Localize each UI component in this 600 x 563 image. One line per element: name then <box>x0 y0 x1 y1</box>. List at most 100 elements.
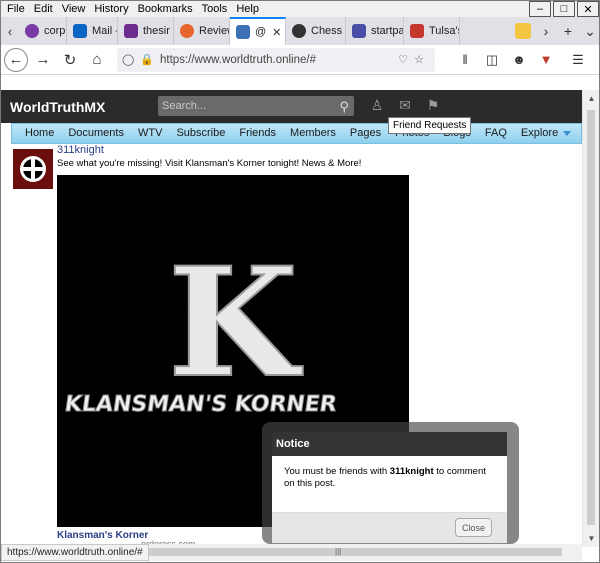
tooltip: Friend Requests <box>388 117 472 134</box>
menu-file[interactable]: File <box>7 3 25 15</box>
tab-label: startpa <box>371 25 404 37</box>
list-tabs-icon[interactable]: ⌄ <box>579 23 599 40</box>
tab-6[interactable]: startpa <box>346 17 404 45</box>
star-icon <box>180 24 194 38</box>
search-icon[interactable]: ⚲ <box>339 99 349 115</box>
bookmark-star-icon[interactable]: ☆ <box>414 53 424 66</box>
forward-icon[interactable]: → <box>31 48 55 72</box>
peace-icon <box>25 24 39 38</box>
minimize-icon[interactable]: – <box>529 1 551 17</box>
post-username[interactable]: 311knight <box>57 144 104 156</box>
site-nav: Home Documents WTV Subscribe Friends Mem… <box>11 123 582 144</box>
vertical-scroll-thumb[interactable] <box>587 110 595 525</box>
post-link-title[interactable]: Klansman's Korner <box>57 530 148 541</box>
tab-bar: ‹ corpu Mail - thesir Review @ ✕ Chess <box>1 17 599 45</box>
menu-edit[interactable]: Edit <box>34 3 53 15</box>
site-header: WorldTruthMX Search... ⚲ ♙ ✉ ⚑ <box>1 90 582 123</box>
notice-footer: Close <box>272 512 507 543</box>
site-search-input[interactable]: Search... ⚲ <box>158 96 354 116</box>
tab-2[interactable]: thesir <box>118 17 174 45</box>
nav-members[interactable]: Members <box>283 123 343 144</box>
home-icon[interactable]: ⌂ <box>85 48 109 72</box>
library-icon[interactable]: ‖ <box>453 48 477 72</box>
cross-emblem-icon <box>20 156 46 182</box>
scroll-down-icon[interactable]: ▼ <box>583 530 599 547</box>
mail-icon <box>124 24 138 38</box>
nav-explore-label: Explore <box>520 127 559 139</box>
nav-subscribe[interactable]: Subscribe <box>169 123 232 144</box>
tab-3[interactable]: Review <box>174 17 230 45</box>
tab-label: Tulsa's <box>429 25 460 37</box>
nav-faq[interactable]: FAQ <box>478 123 514 144</box>
emoji-tab-icon[interactable] <box>515 23 531 39</box>
tab-7[interactable]: Tulsa's <box>404 17 460 45</box>
navigation-bar: ← → ↻ ⌂ ◯ 🔒 https://www.worldtruth.onlin… <box>1 45 599 75</box>
account-icon[interactable]: ☻ <box>507 48 531 72</box>
window-controls: – □ ✕ <box>527 1 599 17</box>
tab-label: @ <box>255 26 267 38</box>
back-icon[interactable]: ← <box>4 47 28 72</box>
tab-scroll-right-icon[interactable]: › <box>535 23 557 39</box>
notice-message-pre: You must be friends with <box>284 466 390 477</box>
vertical-scrollbar[interactable]: ▲ ▼ <box>582 90 599 547</box>
lock-icon[interactable]: 🔒 <box>140 53 154 66</box>
knight-icon <box>292 24 306 38</box>
nav-home[interactable]: Home <box>12 123 61 144</box>
nav-wtv[interactable]: WTV <box>131 123 169 144</box>
site-icon <box>236 25 250 39</box>
site-logo-text[interactable]: WorldTruthMX <box>10 99 105 115</box>
status-bar-url: https://www.worldtruth.online/# <box>1 544 149 561</box>
new-tab-icon[interactable]: + <box>557 23 579 39</box>
scroll-grip-icon: ||| <box>335 547 342 556</box>
tab-1[interactable]: Mail - <box>67 17 118 45</box>
tab-label: Chess <box>311 25 343 37</box>
notice-dialog: Notice You must be friends with 311knigh… <box>272 432 507 543</box>
startpage-icon <box>352 24 366 38</box>
tab-label: Mail - <box>92 25 118 37</box>
tab-5[interactable]: Chess <box>286 17 346 45</box>
url-text[interactable]: https://www.worldtruth.online/# <box>160 54 398 66</box>
menu-history[interactable]: History <box>94 3 128 15</box>
notice-username: 311knight <box>389 466 434 477</box>
post-text: See what you're missing! Visit Klansman'… <box>57 158 362 169</box>
menu-view[interactable]: View <box>62 3 86 15</box>
friend-requests-icon[interactable]: ♙ <box>368 97 386 115</box>
notice-message: You must be friends with 311knight to co… <box>272 456 507 490</box>
nav-documents[interactable]: Documents <box>61 123 131 144</box>
ublock-icon[interactable]: ▼ <box>534 48 558 72</box>
tab-label: corpu <box>44 25 66 37</box>
close-window-icon[interactable]: ✕ <box>577 1 599 17</box>
reload-icon[interactable]: ↻ <box>58 48 82 72</box>
pocket-icon[interactable]: ♡ <box>398 53 408 66</box>
menu-tools[interactable]: Tools <box>202 3 228 15</box>
shield-icon[interactable]: ◯ <box>122 53 134 66</box>
close-button[interactable]: Close <box>455 518 492 537</box>
nav-friends[interactable]: Friends <box>232 123 283 144</box>
notifications-flag-icon[interactable]: ⚑ <box>424 97 442 115</box>
menu-icon[interactable]: ☰ <box>566 48 590 72</box>
nav-pages[interactable]: Pages <box>343 123 388 144</box>
nav-explore[interactable]: Explore <box>514 123 578 144</box>
tab-4-active[interactable]: @ ✕ <box>230 17 286 45</box>
scroll-up-icon[interactable]: ▲ <box>583 90 599 107</box>
tab-scroll-left-icon[interactable]: ‹ <box>1 24 19 39</box>
tab-0[interactable]: corpu <box>19 17 67 45</box>
menu-bar: File Edit View History Bookmarks Tools H… <box>1 1 599 17</box>
menu-bookmarks[interactable]: Bookmarks <box>138 3 193 15</box>
logo-letter: K <box>168 235 303 411</box>
url-bar[interactable]: ◯ 🔒 https://www.worldtruth.online/# ♡ ☆ <box>117 47 435 72</box>
close-tab-icon[interactable]: ✕ <box>272 26 281 39</box>
tab-controls: › + ⌄ <box>515 23 599 40</box>
messages-icon[interactable]: ✉ <box>396 97 414 115</box>
bookmark-icon <box>410 24 424 38</box>
tab-label: Review <box>199 25 229 37</box>
browser-window: File Edit View History Bookmarks Tools H… <box>0 0 600 563</box>
notice-title: Notice <box>272 432 507 456</box>
outlook-icon <box>73 24 87 38</box>
sidebar-icon[interactable]: ◫ <box>480 48 504 72</box>
avatar[interactable] <box>13 149 53 189</box>
maximize-icon[interactable]: □ <box>553 1 575 17</box>
logo-text: KLANSMAN'S KORNER <box>63 391 338 417</box>
tab-label: thesir <box>143 25 170 37</box>
menu-help[interactable]: Help <box>236 3 259 15</box>
